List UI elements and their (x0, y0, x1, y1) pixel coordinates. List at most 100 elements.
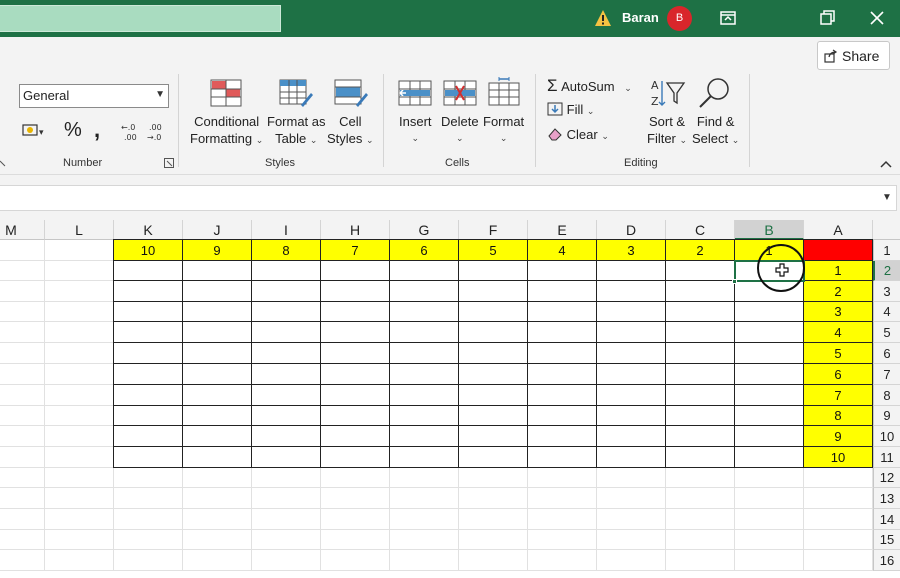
row-header-1[interactable]: 1 (873, 240, 900, 261)
cell-c13[interactable] (666, 488, 735, 509)
cell-b9[interactable] (734, 405, 804, 426)
cell-e15[interactable] (528, 530, 597, 550)
cell-l10[interactable] (45, 426, 114, 447)
cell-m2[interactable] (0, 261, 45, 281)
cell-a10[interactable]: 9 (803, 425, 873, 447)
column-header-d[interactable]: D (597, 220, 666, 240)
cell-l16[interactable] (45, 550, 114, 571)
cell-a1[interactable] (803, 239, 873, 261)
cell-g11[interactable] (389, 446, 459, 468)
cell-l14[interactable] (45, 509, 114, 530)
cell-i14[interactable] (252, 509, 321, 530)
row-header-11[interactable]: 11 (873, 447, 900, 468)
cell-i16[interactable] (252, 550, 321, 571)
cell-i1[interactable]: 8 (251, 239, 321, 261)
cell-k7[interactable] (113, 363, 183, 385)
cell-a14[interactable] (804, 509, 873, 530)
cell-b11[interactable] (734, 446, 804, 468)
cell-d10[interactable] (596, 425, 666, 447)
cell-g2[interactable] (389, 260, 459, 281)
cell-i15[interactable] (252, 530, 321, 550)
cell-c9[interactable] (665, 405, 735, 426)
user-name[interactable]: Baran (622, 10, 659, 25)
cell-g3[interactable] (389, 280, 459, 302)
cell-h12[interactable] (321, 468, 390, 488)
cell-g16[interactable] (390, 550, 459, 571)
close-icon[interactable] (867, 8, 887, 28)
cell-h5[interactable] (320, 321, 390, 343)
column-header-m[interactable]: M (0, 220, 45, 240)
cell-b10[interactable] (734, 425, 804, 447)
cell-styles-button[interactable]: Cell Styles ⌄ (327, 113, 374, 149)
cell-h14[interactable] (321, 509, 390, 530)
cell-d7[interactable] (596, 363, 666, 385)
cell-d12[interactable] (597, 468, 666, 488)
cell-a8[interactable]: 7 (803, 384, 873, 406)
cell-a12[interactable] (804, 468, 873, 488)
cell-j5[interactable] (182, 321, 252, 343)
cell-h1[interactable]: 7 (320, 239, 390, 261)
cell-l2[interactable] (45, 261, 114, 281)
cell-c16[interactable] (666, 550, 735, 571)
row-header-8[interactable]: 8 (873, 385, 900, 406)
cell-g13[interactable] (390, 488, 459, 509)
cell-b4[interactable] (734, 301, 804, 322)
cell-e6[interactable] (527, 342, 597, 364)
cell-b5[interactable] (734, 321, 804, 343)
cell-j12[interactable] (183, 468, 252, 488)
cell-m5[interactable] (0, 322, 45, 343)
cell-i3[interactable] (251, 280, 321, 302)
cell-d6[interactable] (596, 342, 666, 364)
cell-k1[interactable]: 10 (113, 239, 183, 261)
cell-m7[interactable] (0, 364, 45, 385)
cell-g1[interactable]: 6 (389, 239, 459, 261)
cell-k15[interactable] (114, 530, 183, 550)
decrease-decimal-icon[interactable]: .00 →.0 (147, 121, 169, 141)
cell-m4[interactable] (0, 302, 45, 322)
cell-c10[interactable] (665, 425, 735, 447)
cell-h7[interactable] (320, 363, 390, 385)
cell-f5[interactable] (458, 321, 528, 343)
cell-g8[interactable] (389, 384, 459, 406)
dialog-launcher-icon[interactable] (0, 158, 6, 168)
cell-c11[interactable] (665, 446, 735, 468)
cell-b12[interactable] (735, 468, 804, 488)
cell-m13[interactable] (0, 488, 45, 509)
cell-m10[interactable] (0, 426, 45, 447)
cell-k6[interactable] (113, 342, 183, 364)
cell-f6[interactable] (458, 342, 528, 364)
cell-k13[interactable] (114, 488, 183, 509)
cell-j6[interactable] (182, 342, 252, 364)
cell-k3[interactable] (113, 280, 183, 302)
cell-j10[interactable] (182, 425, 252, 447)
cell-l8[interactable] (45, 385, 114, 406)
format-as-table-button[interactable]: Format as Table ⌄ (267, 113, 326, 149)
row-header-6[interactable]: 6 (873, 343, 900, 364)
cell-b13[interactable] (735, 488, 804, 509)
cell-a9[interactable]: 8 (803, 405, 873, 426)
cell-b14[interactable] (735, 509, 804, 530)
conditional-formatting-button[interactable]: Conditional Formatting ⌄ (190, 113, 263, 149)
cell-f11[interactable] (458, 446, 528, 468)
cell-l7[interactable] (45, 364, 114, 385)
find-select-icon[interactable] (698, 77, 732, 109)
cell-i11[interactable] (251, 446, 321, 468)
cell-h8[interactable] (320, 384, 390, 406)
cell-f15[interactable] (459, 530, 528, 550)
cell-m14[interactable] (0, 509, 45, 530)
restore-icon[interactable] (817, 8, 837, 28)
cell-e12[interactable] (528, 468, 597, 488)
cell-m15[interactable] (0, 530, 45, 550)
cell-l3[interactable] (45, 281, 114, 302)
cell-m11[interactable] (0, 447, 45, 468)
cell-h3[interactable] (320, 280, 390, 302)
find-select-button[interactable]: Find & Select ⌄ (692, 113, 739, 149)
cell-d3[interactable] (596, 280, 666, 302)
column-header-c[interactable]: C (666, 220, 735, 240)
cell-e7[interactable] (527, 363, 597, 385)
row-header-13[interactable]: 13 (873, 488, 900, 509)
cell-d1[interactable]: 3 (596, 239, 666, 261)
column-header-j[interactable]: J (183, 220, 252, 240)
column-header-b[interactable]: B (735, 220, 804, 240)
cell-c2[interactable] (665, 260, 735, 281)
